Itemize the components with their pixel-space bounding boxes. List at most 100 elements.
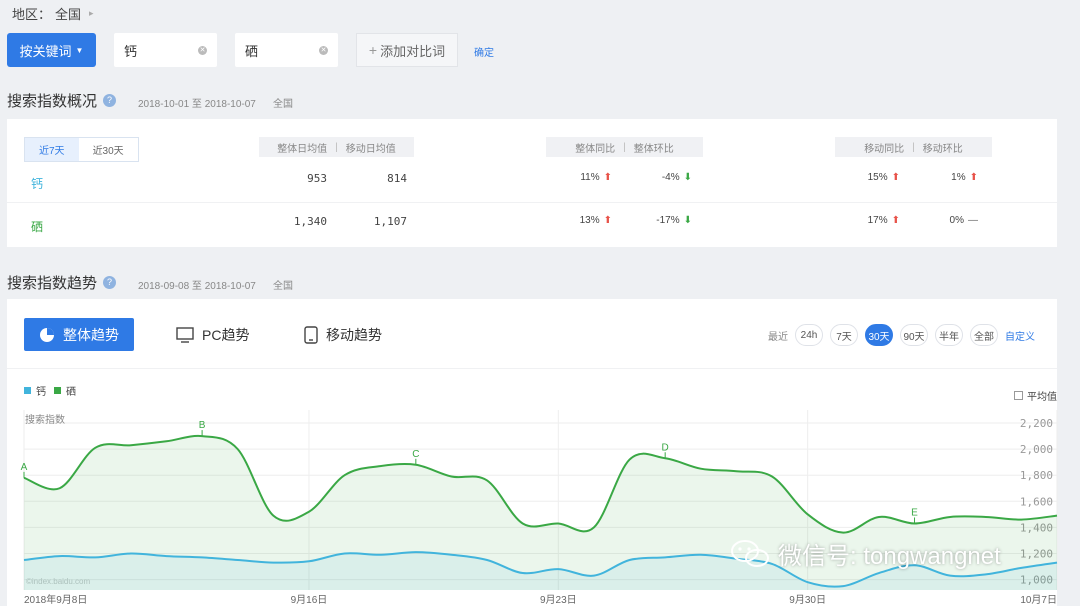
phone-icon: [304, 325, 318, 344]
watermark: 微信号: tongwangnet: [730, 536, 1001, 571]
range-30d[interactable]: 30天: [865, 324, 893, 346]
chart-legend: 钙 硒: [24, 383, 76, 398]
value-text: 11%: [580, 172, 600, 183]
tab-30days[interactable]: 近30天: [79, 138, 138, 161]
x-tick-label: 9月30日: [789, 594, 826, 606]
period-tabs: 近7天 近30天: [24, 137, 139, 162]
wechat-icon: [731, 539, 769, 567]
region-value[interactable]: 全国: [55, 4, 81, 23]
row-mobile-yoy: 17% ⬆: [828, 215, 900, 226]
overview-date-range: 2018-10-01 至 2018-10-07: [138, 99, 256, 110]
tab-overall-trend-label: 整体趋势: [63, 326, 119, 343]
range-custom[interactable]: 自定义: [1005, 328, 1035, 343]
legend-swatch-selenium: [54, 387, 61, 394]
keyword-input-1[interactable]: 钙 ✕: [114, 33, 217, 67]
arrow-up-icon: ⬆: [969, 172, 978, 183]
x-tick-label: 9月23日: [540, 594, 577, 606]
value-text: 17%: [867, 215, 888, 226]
monitor-icon: [176, 326, 194, 343]
value-text: -4%: [661, 172, 680, 183]
value-text: -17%: [656, 215, 680, 226]
value-text: 1%: [951, 172, 966, 183]
tab-mobile-trend[interactable]: 移动趋势: [304, 318, 382, 351]
row-overall-qoq: -4% ⬇: [620, 172, 692, 183]
checkbox-icon[interactable]: [1014, 391, 1023, 400]
y-tick-label: 1,600: [1020, 495, 1053, 508]
tab-7days[interactable]: 近7天: [25, 138, 79, 161]
row-overall-avg: 953: [307, 172, 327, 185]
x-tick-label: 2018年9月8日: [24, 593, 87, 606]
legend-label-calcium[interactable]: 钙: [36, 383, 46, 398]
row-mobile-avg: 814: [387, 172, 407, 185]
range-all[interactable]: 全部: [970, 324, 998, 346]
header-overall-daily: 整体日均值: [277, 143, 328, 155]
arrow-down-icon: ⬇: [683, 215, 692, 226]
range-24h[interactable]: 24h: [795, 324, 823, 346]
add-compare-button[interactable]: + 添加对比词: [356, 33, 458, 67]
confirm-button[interactable]: 确定: [474, 44, 494, 59]
time-range-selector: 最近 24h 7天 30天 90天 半年 全部 自定义: [768, 324, 1035, 346]
y-axis-label: 搜索指数: [25, 413, 65, 426]
header-mobile-daily: 移动日均值: [345, 143, 396, 155]
y-tick-label: 2,000: [1020, 443, 1053, 456]
trend-chart: 1,0001,2001,4001,6001,8002,0002,2002018年…: [21, 410, 1058, 606]
value-text: 13%: [579, 215, 600, 226]
range-90d[interactable]: 90天: [900, 324, 928, 346]
legend-swatch-calcium: [24, 387, 31, 394]
daily-avg-header: 整体日均值 | 移动日均值: [259, 137, 414, 157]
caret-down-icon: ▼: [75, 45, 84, 55]
arrow-up-icon: ⬆: [603, 172, 612, 183]
region-breadcrumb[interactable]: 地区： 全国 ▸: [12, 4, 94, 23]
range-7d[interactable]: 7天: [830, 324, 858, 346]
header-separator: |: [335, 141, 338, 153]
plus-icon: +: [368, 42, 378, 58]
add-compare-label: 添加对比词: [380, 43, 446, 59]
annotation-label: C: [412, 449, 419, 460]
mobile-change-header: 移动同比 | 移动环比: [835, 137, 992, 157]
clear-icon[interactable]: ✕: [198, 45, 207, 55]
header-overall-qoq: 整体环比: [633, 143, 674, 155]
dash-icon: —: [968, 215, 978, 226]
chevron-right-icon: ▸: [89, 8, 94, 18]
row-mobile-qoq: 0% —: [906, 215, 978, 226]
header-overall-yoy: 整体同比: [575, 143, 616, 155]
arrow-up-icon: ⬆: [603, 215, 612, 226]
arrow-down-icon: ⬇: [683, 172, 692, 183]
overview-title: 搜索指数概况: [7, 93, 98, 110]
overview-region: 全国: [273, 99, 293, 110]
row-keyword-calcium[interactable]: 钙: [31, 175, 43, 192]
arrow-up-icon: ⬆: [891, 215, 900, 226]
row-overall-qoq: -17% ⬇: [620, 215, 692, 226]
watermark-text: 微信号: tongwangnet: [778, 543, 1001, 570]
range-label: 最近: [768, 331, 788, 343]
pie-chart-icon: [40, 327, 54, 342]
row-overall-yoy: 11% ⬆: [540, 172, 612, 183]
tab-pc-trend[interactable]: PC趋势: [176, 318, 249, 351]
header-mobile-qoq: 移动环比: [922, 143, 963, 155]
keyword-mode-label: 按关键词: [19, 43, 72, 59]
tab-pc-trend-label: PC趋势: [202, 326, 250, 343]
row-keyword-selenium[interactable]: 硒: [31, 218, 43, 235]
keyword-mode-button[interactable]: 按关键词 ▼: [7, 33, 96, 67]
keyword-input-2-value: 硒: [245, 43, 259, 59]
row-mobile-qoq: 1% ⬆: [906, 172, 978, 183]
value-text: 15%: [867, 172, 888, 183]
tab-overall-trend[interactable]: 整体趋势: [24, 318, 134, 351]
value-text: 0%: [949, 215, 964, 226]
row-mobile-yoy: 15% ⬆: [828, 172, 900, 183]
trend-region: 全国: [273, 281, 293, 292]
row-overall-yoy: 13% ⬆: [540, 215, 612, 226]
trend-title: 搜索指数趋势: [7, 275, 98, 292]
help-icon[interactable]: ?: [103, 276, 117, 289]
header-mobile-yoy: 移动同比: [864, 143, 905, 155]
legend-label-selenium[interactable]: 硒: [66, 383, 76, 398]
annotation-label: D: [662, 442, 669, 453]
range-half-year[interactable]: 半年: [935, 324, 963, 346]
annotation-label: E: [911, 507, 918, 518]
trend-date-range: 2018-09-08 至 2018-10-07: [138, 281, 256, 292]
row-divider: [7, 202, 1057, 203]
row-overall-avg: 1,340: [293, 215, 327, 228]
help-icon[interactable]: ?: [103, 94, 117, 107]
clear-icon[interactable]: ✕: [319, 45, 328, 55]
keyword-input-2[interactable]: 硒 ✕: [235, 33, 338, 67]
